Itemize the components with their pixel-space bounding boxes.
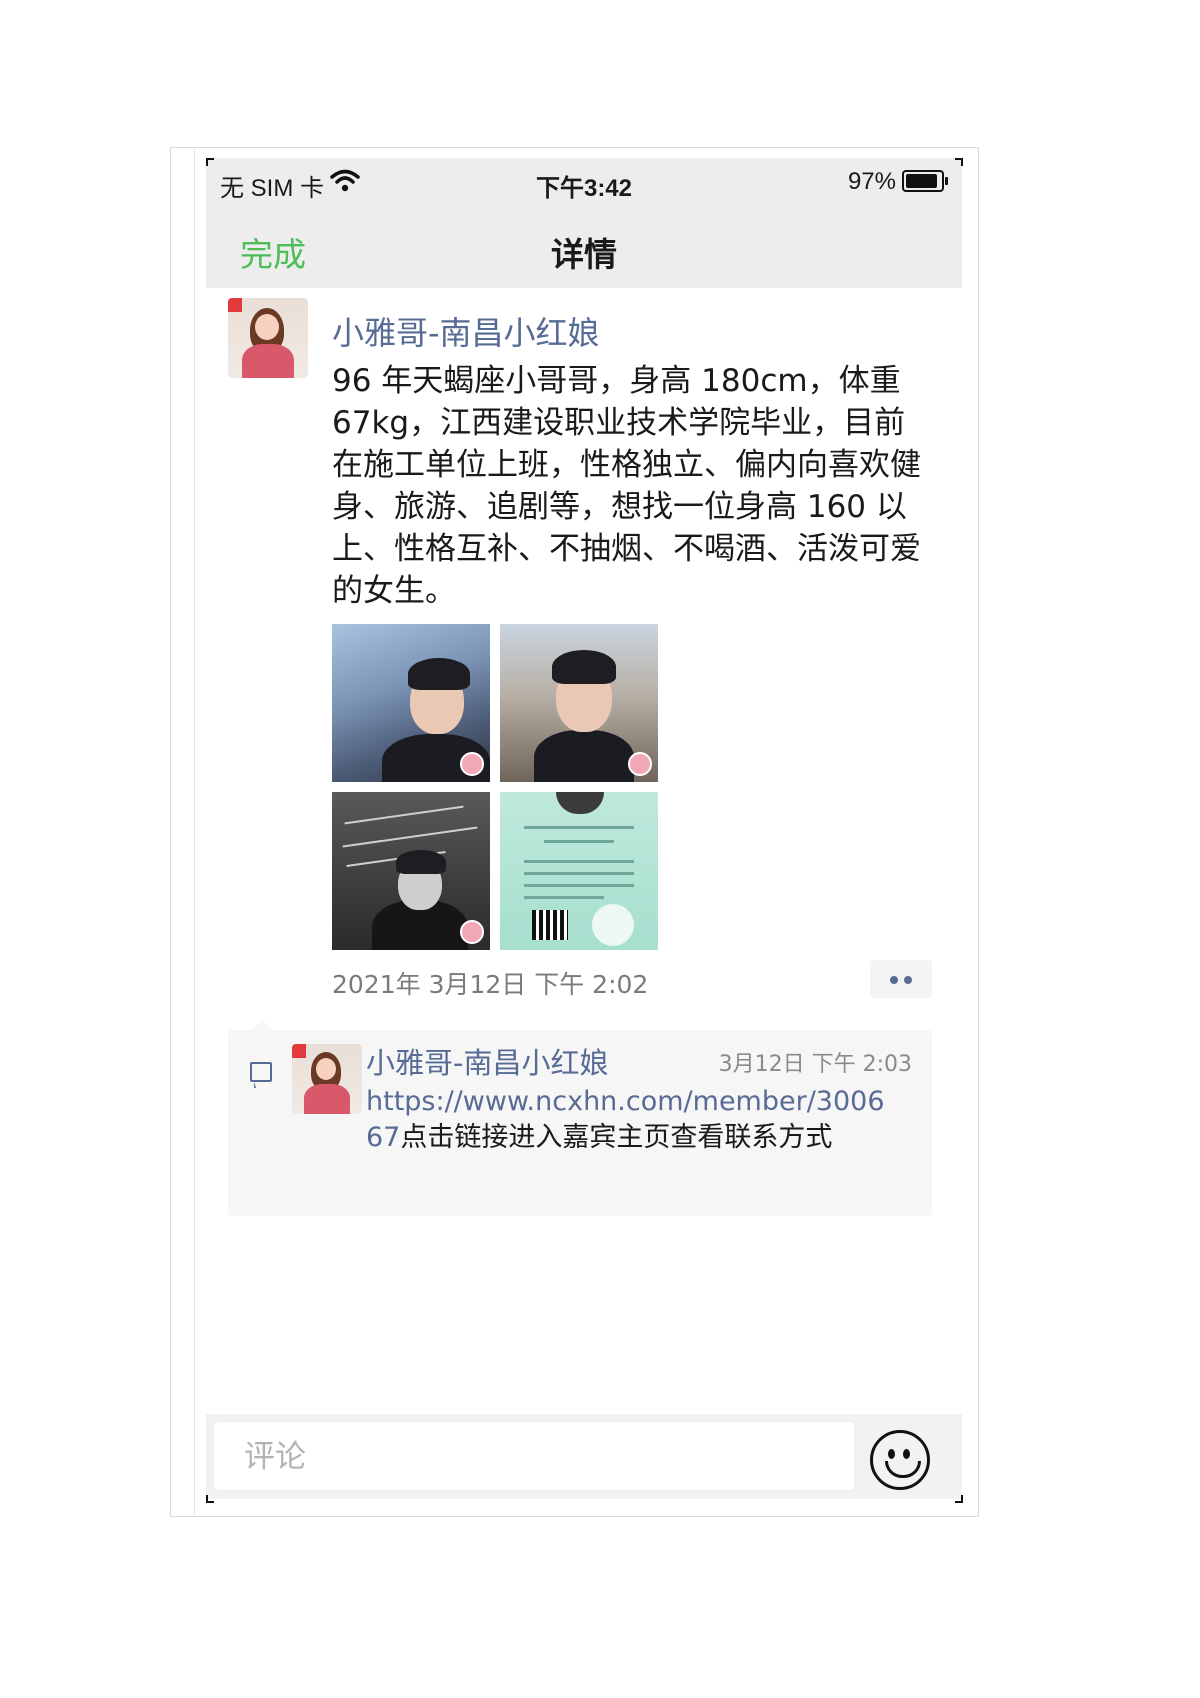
poster-portrait [556,792,604,814]
frame-corner [206,158,214,166]
comment-text: https://www.ncxhn.com/member/300667点击链接进… [366,1084,886,1156]
battery-percent: 97% [847,168,896,195]
photo-figure-torso [534,730,634,782]
avatar-badge [292,1044,306,1058]
avatar-body [304,1084,350,1114]
more-options-button[interactable] [870,960,932,998]
post-photo-4[interactable] [500,792,658,950]
post-photo-3[interactable] [332,792,490,950]
battery-nub [945,177,948,185]
comment-input-bar [206,1414,962,1499]
post-timestamp: 2021年 3月12日 下午 2:02 [332,970,649,999]
photo-figure-hair [552,650,616,684]
avatar-face [255,314,279,340]
nav-bar: 完成 详情 [206,208,962,288]
poster-text-line [524,860,634,863]
heart-icon [460,752,484,776]
comment-author-name[interactable]: 小雅哥-南昌小红娘 [366,1040,608,1082]
battery-icon [902,170,948,192]
page-title: 详情 [551,235,617,274]
poster-text-line [524,826,634,829]
frame-divider [194,147,195,1515]
comment-input[interactable] [242,1422,846,1492]
emoji-eye [888,1449,895,1459]
dot-icon [890,976,898,984]
emoji-icon[interactable] [870,1430,930,1490]
post-photo-1[interactable] [332,624,490,782]
comment-section: 小雅哥-南昌小红娘 3月12日 下午 2:03 https://www.ncxh… [228,1020,932,1216]
heart-icon [460,920,484,944]
comment-pointer [252,1020,272,1030]
flower-decoration [592,904,634,946]
avatar-badge [228,298,242,312]
frame-corner [206,1495,214,1503]
phone-screen: 无 SIM 卡 下午3:42 97% 完成 详情 小雅哥-南昌小红娘 96 年天… [206,158,962,1501]
script-decoration [344,805,464,825]
poster-text-line [544,840,614,843]
post-text: 96 年天蝎座小哥哥，身高 180cm，体重 67kg，江西建设职业技术学院毕业… [332,363,921,609]
photo-figure-hair [396,850,446,874]
emoji-eye [903,1449,910,1459]
poster-text-line [524,884,634,887]
script-decoration [342,826,478,848]
poster-text-line [524,896,604,899]
comment-body: 点击链接进入嘉宾主页查看联系方式 [400,1122,833,1153]
emoji-mouth [885,1461,921,1478]
poster-text-line [524,872,634,875]
post-photo-2[interactable] [500,624,658,782]
status-bar: 无 SIM 卡 下午3:42 97% [206,158,962,208]
post-author-avatar[interactable] [228,298,308,378]
frame-corner [955,1495,963,1503]
heart-icon [628,752,652,776]
photo-figure-hair [408,658,470,690]
battery-fill [906,174,937,188]
comment-icon [250,1062,272,1088]
qr-code-icon [532,910,568,940]
comment-time: 3月12日 下午 2:03 [718,1052,912,1077]
post-author-name[interactable]: 小雅哥-南昌小红娘 [332,308,600,354]
dot-icon [904,976,912,984]
avatar-body [242,344,294,378]
frame-corner [955,158,963,166]
avatar-face [316,1058,336,1080]
comment-author-avatar[interactable] [292,1044,362,1114]
comment-input-box [214,1422,854,1492]
